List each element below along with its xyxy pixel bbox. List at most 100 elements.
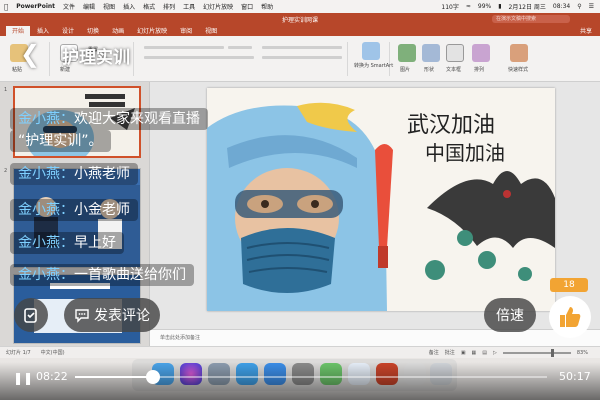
live-comment: “护理实训”。 bbox=[10, 130, 111, 152]
menu-edit[interactable]: 编辑 bbox=[83, 2, 95, 11]
playback-speed-button[interactable]: 倍速 bbox=[484, 298, 536, 332]
ribbon-tabs: 开始 插入 设计 切换 动画 幻灯片放映 审阅 视图 共享 bbox=[0, 25, 600, 36]
current-time: 08:22 bbox=[36, 370, 68, 383]
live-room-title: 护理实训 bbox=[62, 48, 130, 68]
menu-view[interactable]: 视图 bbox=[103, 2, 115, 11]
comment-text: 小燕老师 bbox=[74, 166, 130, 182]
input-indicator[interactable]: 110字 bbox=[441, 2, 458, 11]
tab-insert[interactable]: 插入 bbox=[31, 26, 55, 36]
tab-transitions[interactable]: 切换 bbox=[81, 26, 105, 36]
menu-file[interactable]: 文件 bbox=[63, 2, 75, 11]
sorter-view-icon[interactable]: ▦ bbox=[472, 350, 477, 356]
comment-text: “护理实训”。 bbox=[18, 133, 103, 149]
arrange-icon[interactable] bbox=[472, 44, 490, 62]
control-menu-icon[interactable]: ☰ bbox=[589, 3, 594, 10]
tab-view[interactable]: 视图 bbox=[199, 26, 223, 36]
textbox-label: 文本框 bbox=[446, 67, 462, 73]
screen:  PowerPoint 文件 编辑 视图 插入 格式 排列 工具 幻灯片放映 … bbox=[0, 0, 600, 400]
menubar-time[interactable]: 08:34 bbox=[553, 3, 570, 10]
zoom-slider-thumb[interactable] bbox=[550, 348, 554, 357]
notes-pane[interactable]: 单击此处添加备注 bbox=[150, 329, 600, 346]
total-duration: 50:17 bbox=[559, 370, 591, 383]
menu-app-name[interactable]: PowerPoint bbox=[16, 3, 55, 10]
progress-fill bbox=[75, 376, 154, 378]
apple-icon[interactable]:  bbox=[4, 3, 8, 11]
quick-styles-icon[interactable] bbox=[510, 44, 528, 62]
tab-animations[interactable]: 动画 bbox=[106, 26, 130, 36]
live-comment: 金小燕：早上好 bbox=[10, 232, 124, 254]
quick-styles-label: 快速样式 bbox=[508, 67, 529, 73]
font-paragraph-group bbox=[138, 42, 348, 76]
font-name-box[interactable] bbox=[144, 46, 224, 49]
share-button[interactable]: 共享 bbox=[580, 27, 592, 36]
comments-toggle[interactable]: 批注 bbox=[445, 349, 455, 356]
list-buttons-row[interactable] bbox=[262, 46, 342, 49]
window-titlebar: 护理实训网课 在演示文稿中搜索 bbox=[0, 13, 600, 25]
comment-text: 欢迎大家来观看直播 bbox=[74, 111, 200, 127]
post-comment-button[interactable]: 发表评论 bbox=[64, 298, 160, 332]
shapes-label: 形状 bbox=[424, 67, 435, 73]
align-buttons-row[interactable] bbox=[262, 56, 342, 59]
comment-user: 金小燕： bbox=[18, 166, 74, 182]
slide-slogan-line-2: 中国加油 bbox=[425, 141, 505, 165]
notes-toggle[interactable]: 备注 bbox=[429, 349, 439, 356]
wifi-icon[interactable]: ≈ bbox=[466, 3, 471, 10]
clipboard-check-button[interactable] bbox=[14, 298, 48, 332]
slide-number-1: 1 bbox=[4, 87, 8, 93]
back-arrow-icon[interactable]: ❮ bbox=[20, 42, 40, 66]
battery-icon[interactable]: ▮ bbox=[498, 3, 501, 10]
video-player-bar bbox=[0, 362, 600, 400]
zoom-slider[interactable] bbox=[502, 348, 571, 357]
menu-insert[interactable]: 插入 bbox=[123, 2, 135, 11]
document-search-input[interactable]: 在演示文稿中搜索 bbox=[492, 15, 570, 23]
font-style-row[interactable] bbox=[144, 56, 254, 59]
shapes-icon[interactable] bbox=[422, 44, 440, 62]
menu-window[interactable]: 窗口 bbox=[241, 2, 253, 11]
font-size-box[interactable] bbox=[228, 46, 252, 49]
live-comment: 金小燕：小燕老师 bbox=[10, 163, 138, 185]
smartart-group: 转换为 SmartArt bbox=[352, 42, 394, 76]
menu-tools[interactable]: 工具 bbox=[183, 2, 195, 11]
progress-track[interactable] bbox=[75, 370, 547, 384]
zoom-level: 83% bbox=[576, 349, 588, 356]
menubar-date[interactable]: 2月12日 周三 bbox=[509, 2, 546, 11]
menu-help[interactable]: 帮助 bbox=[261, 2, 273, 11]
slideshow-view-icon[interactable]: ▷ bbox=[493, 350, 497, 356]
current-slide[interactable]: 武汉加油 中国加油 bbox=[207, 88, 555, 311]
zoom-controls: 备注 批注 ▣ ▦ ▤ ▷ 83% bbox=[429, 348, 600, 357]
smartart-icon[interactable] bbox=[362, 42, 380, 60]
pause-icon[interactable]: ❚❚ bbox=[13, 371, 33, 385]
menu-arrange[interactable]: 排列 bbox=[163, 2, 175, 11]
live-comment: 金小燕：小金老师 bbox=[10, 199, 138, 221]
language-indicator[interactable]: 中文(中国) bbox=[41, 349, 65, 356]
reading-view-icon[interactable]: ▤ bbox=[482, 350, 487, 356]
comment-user: 金小燕： bbox=[18, 267, 74, 283]
document-title: 护理实训网课 bbox=[281, 16, 318, 24]
smartart-label: 转换为 SmartArt bbox=[354, 63, 394, 69]
comment-bubble-icon bbox=[75, 309, 89, 323]
comment-user: 金小燕： bbox=[18, 111, 74, 127]
arrange-label: 排列 bbox=[474, 67, 485, 73]
tab-review[interactable]: 审阅 bbox=[174, 26, 198, 36]
textbox-icon[interactable] bbox=[446, 44, 464, 62]
slide-artwork: 武汉加油 中国加油 bbox=[207, 88, 555, 311]
menu-format[interactable]: 格式 bbox=[143, 2, 155, 11]
battery-percent: 99% bbox=[477, 3, 492, 10]
tab-slideshow[interactable]: 幻灯片放映 bbox=[131, 26, 173, 36]
normal-view-icon[interactable]: ▣ bbox=[461, 350, 466, 356]
spotlight-icon[interactable]: ⚲ bbox=[577, 3, 581, 10]
post-comment-label: 发表评论 bbox=[94, 308, 150, 324]
comment-text: 小金老师 bbox=[74, 202, 130, 218]
menu-slideshow[interactable]: 幻灯片放映 bbox=[203, 2, 233, 11]
comment-text: 一首歌曲送给你们 bbox=[74, 267, 186, 283]
insert-group: 图片 形状 文本框 排列 bbox=[394, 42, 504, 76]
slide-slogan-line-1: 武汉加油 bbox=[407, 113, 495, 138]
thumbs-up-icon bbox=[560, 307, 581, 327]
like-count-badge: 18 bbox=[550, 278, 588, 292]
like-button[interactable] bbox=[549, 296, 591, 338]
tab-home[interactable]: 开始 bbox=[6, 26, 31, 36]
slide-number-2: 2 bbox=[4, 168, 8, 174]
picture-icon[interactable] bbox=[398, 44, 416, 62]
tab-design[interactable]: 设计 bbox=[56, 26, 80, 36]
comment-user: 金小燕： bbox=[18, 235, 74, 251]
